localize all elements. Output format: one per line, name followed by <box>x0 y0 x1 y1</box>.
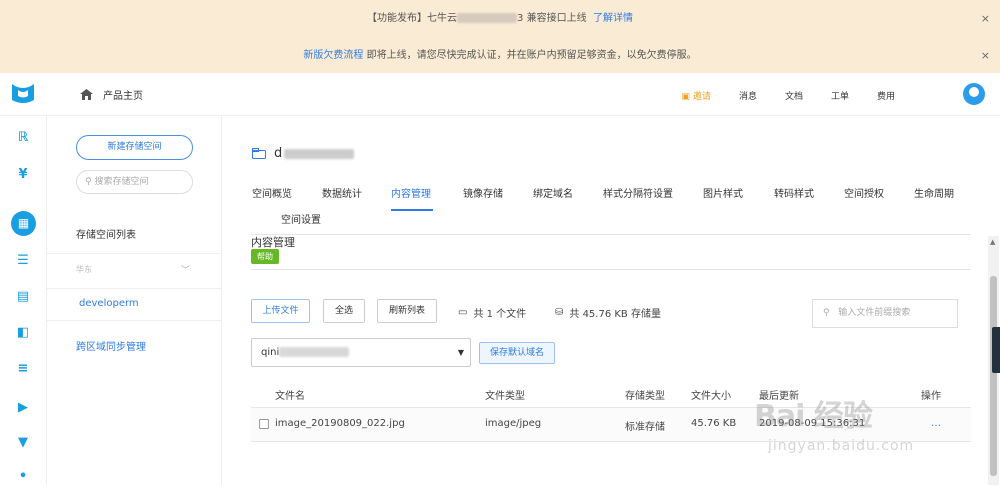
storage-total: ⛁ 共 45.76 KB 存储量 <box>555 307 661 320</box>
tab-statistics[interactable]: 数据统计 <box>322 185 362 200</box>
cdn-icon[interactable]: ☰ <box>14 252 32 270</box>
database-icon: ⛁ <box>555 307 564 318</box>
cross-region-sync-link[interactable]: 跨区域同步管理 <box>76 338 146 353</box>
scroll-up-icon[interactable]: ▲ <box>990 238 995 246</box>
billing-banner-text: 即将上线，请您尽快完成认证，并在账户内预留足够资金，以免欠费停服。 <box>366 50 697 61</box>
billing-banner: 新版欠费流程 即将上线，请您尽快完成认证，并在账户内预留足够资金，以免欠费停服。… <box>0 37 1000 74</box>
home-link[interactable]: 产品主页 <box>80 87 143 102</box>
file-count: ▭ 共 1 个文件 <box>458 307 527 320</box>
active-tab-indicator <box>391 209 433 211</box>
col-storagetype: 存储类型 <box>625 391 665 402</box>
caret-down-icon: ▼ <box>457 348 464 357</box>
tab-image-style[interactable]: 图片样式 <box>703 185 743 200</box>
bucket-icon <box>252 148 266 159</box>
storage-icon[interactable]: ▦ <box>11 211 36 236</box>
upload-button[interactable]: 上传文件 <box>251 299 310 323</box>
announcement-banner: 【功能发布】七牛云 3 兼容接口上线 了解详情 × <box>0 0 1000 37</box>
tab-domain[interactable]: 绑定域名 <box>533 185 573 200</box>
nav-docs[interactable]: 文档 <box>785 89 803 102</box>
col-filetype: 文件类型 <box>485 391 525 402</box>
bucket-search-input[interactable]: ⚲ 搜索存储空间 <box>76 170 193 194</box>
yen-icon[interactable]: ¥ <box>14 166 32 184</box>
filter-icon[interactable]: ▼ <box>14 434 32 452</box>
file-icon: ▭ <box>458 307 468 318</box>
col-filename: 文件名 <box>275 391 305 402</box>
avatar[interactable] <box>963 83 985 105</box>
bucket-name: d <box>274 146 283 161</box>
banner-text-suffix: 3 兼容接口上线 <box>517 13 587 24</box>
home-label: 产品主页 <box>103 91 143 102</box>
top-nav: ▣ 邀请 消息 文档 工单 费用 <box>681 89 895 102</box>
tab-style-separator[interactable]: 样式分隔符设置 <box>603 185 673 200</box>
learn-more-link[interactable]: 了解详情 <box>593 13 633 24</box>
nav-tickets[interactable]: 工单 <box>831 89 849 102</box>
file-type: image/jpeg <box>485 418 542 429</box>
billing-flow-link[interactable]: 新版欠费流程 <box>303 50 363 61</box>
save-default-domain-button[interactable]: 保存默认域名 <box>479 342 555 364</box>
file-name[interactable]: image_20190809_022.jpg <box>275 418 405 429</box>
search-icon: ⚲ <box>823 308 830 318</box>
search-icon: ⚲ <box>85 177 92 187</box>
video-icon[interactable]: ▶ <box>14 399 32 417</box>
col-filesize: 文件大小 <box>691 391 731 402</box>
rtc-icon[interactable]: ℝ <box>14 129 32 147</box>
tab-overview[interactable]: 空间概览 <box>252 185 292 200</box>
new-bucket-button[interactable]: 新建存储空间 <box>76 135 193 160</box>
nav-billing[interactable]: 费用 <box>877 89 895 102</box>
chevron-down-icon: ﹀ <box>180 266 190 276</box>
bucket-header: d <box>252 146 355 161</box>
more-icon[interactable]: • <box>14 468 32 484</box>
file-search-input[interactable]: ⚲ 输入文件前缀搜索 <box>812 299 958 328</box>
tab-authorization[interactable]: 空间授权 <box>844 185 884 200</box>
side-tab[interactable] <box>992 327 1000 373</box>
nav-messages[interactable]: 消息 <box>739 89 757 102</box>
scrollbar-thumb[interactable] <box>990 276 997 476</box>
watermark: Bai 经验 jingyan.baidu.com <box>754 399 915 454</box>
banner-text: 【功能发布】七牛云 <box>367 13 458 24</box>
section-title: 内容管理 <box>251 236 295 249</box>
tab-mirror[interactable]: 镜像存储 <box>463 185 503 200</box>
top-bar: 产品主页 ▣ 邀请 消息 文档 工单 费用 <box>0 73 1000 116</box>
nav-invite[interactable]: ▣ 邀请 <box>681 89 711 102</box>
region-dropdown[interactable]: 华东 ﹀ <box>76 264 193 276</box>
tab-settings[interactable]: 空间设置 <box>281 211 321 226</box>
close-icon[interactable]: × <box>981 0 990 37</box>
product-sidebar: ℝ ¥ ▦ ☰ ▤ ◧ ≡ ▶ ▼ • <box>0 116 47 485</box>
media-icon[interactable]: ◧ <box>14 324 32 342</box>
row-checkbox[interactable] <box>259 419 269 429</box>
bucket-list-title: 存储空间列表 <box>76 230 136 241</box>
tab-lifecycle[interactable]: 生命周期 <box>914 185 954 200</box>
gift-icon: ▣ <box>681 92 690 102</box>
select-all-button[interactable]: 全选 <box>323 299 365 323</box>
help-badge[interactable]: 帮助 <box>251 249 279 264</box>
bucket-item-developerm[interactable]: developerm <box>79 298 139 309</box>
settings-icon[interactable]: ≡ <box>14 360 32 378</box>
logo-icon[interactable] <box>10 82 36 104</box>
storage-type: 标准存储 <box>625 422 665 433</box>
close-icon[interactable]: × <box>981 37 990 74</box>
tab-content-management[interactable]: 内容管理 <box>391 185 431 200</box>
home-icon <box>80 89 93 100</box>
file-size: 45.76 KB <box>691 418 737 429</box>
live-icon[interactable]: ▤ <box>14 288 32 306</box>
refresh-button[interactable]: 刷新列表 <box>377 299 437 323</box>
tab-transcode[interactable]: 转码样式 <box>774 185 814 200</box>
domain-select[interactable]: qini ▼ <box>251 338 471 367</box>
bucket-panel: 新建存储空间 ⚲ 搜索存储空间 存储空间列表 华东 ﹀ developerm 跨区… <box>47 116 222 485</box>
